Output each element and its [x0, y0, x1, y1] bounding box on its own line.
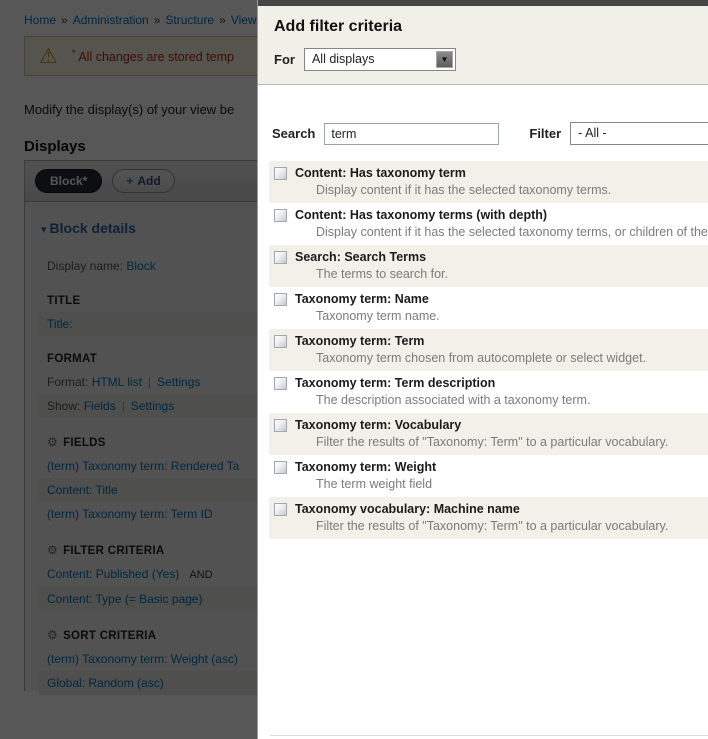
filter-option-title: Taxonomy term: Weight [295, 460, 437, 474]
checkbox[interactable] [274, 335, 287, 348]
filter-label: Filter [529, 126, 562, 141]
for-label: For [274, 52, 295, 67]
filter-option-row[interactable]: Taxonomy vocabulary: Machine name Filter … [269, 497, 708, 539]
filter-option-title: Content: Has taxonomy terms (with depth) [295, 208, 548, 222]
filter-option-text: Content: Has taxonomy term Display conten… [295, 165, 611, 198]
checkbox[interactable] [274, 419, 287, 432]
filter-option-title: Taxonomy vocabulary: Machine name [295, 502, 520, 516]
modal-bottom-edge [270, 735, 708, 736]
filter-option-description: Taxonomy term name. [316, 309, 440, 323]
for-row: For All displays ▼ [274, 48, 701, 71]
filter-option-text: Taxonomy term: Term Taxonomy term chosen … [295, 333, 646, 366]
filter-option-title: Search: Search Terms [295, 250, 427, 264]
checkbox[interactable] [274, 251, 287, 264]
filter-option-row[interactable]: Taxonomy term: Vocabulary Filter the resu… [269, 413, 708, 455]
filter-option-title: Taxonomy term: Term description [295, 376, 496, 390]
filter-option-title: Taxonomy term: Vocabulary [295, 418, 462, 432]
search-input[interactable] [324, 122, 500, 145]
filter-option-description: Display content if it has the selected t… [316, 183, 612, 197]
filter-option-description: Filter the results of "Taxonomy: Term" t… [316, 435, 669, 449]
filter-option-description: Display content if it has the selected t… [316, 225, 708, 239]
filter-option-row[interactable]: Taxonomy term: Weight The term weight fie… [269, 455, 708, 497]
modal-header: Add filter criteria For All displays ▼ [258, 6, 708, 85]
filter-option-text: Taxonomy term: Term description The descr… [295, 375, 590, 408]
checkbox[interactable] [274, 293, 287, 306]
filter-option-row[interactable]: Taxonomy term: Name Taxonomy term name. [269, 287, 708, 329]
filter-option-row[interactable]: Taxonomy term: Term Taxonomy term chosen … [269, 329, 708, 371]
filter-option-description: The description associated with a taxono… [316, 393, 591, 407]
filter-option-row[interactable]: Content: Has taxonomy term Display conten… [269, 161, 708, 203]
filter-option-title: Taxonomy term: Name [295, 292, 429, 306]
filter-options-list: Content: Has taxonomy term Display conten… [269, 161, 708, 539]
filter-option-row[interactable]: Content: Has taxonomy terms (with depth)… [269, 203, 708, 245]
filter-option-text: Taxonomy vocabulary: Machine name Filter … [295, 501, 668, 534]
checkbox[interactable] [274, 167, 287, 180]
checkbox[interactable] [274, 503, 287, 516]
modal-title: Add filter criteria [274, 18, 403, 35]
checkbox[interactable] [274, 209, 287, 222]
filter-option-description: The term weight field [316, 477, 433, 491]
filter-option-text: Taxonomy term: Name Taxonomy term name. [295, 291, 440, 324]
checkbox[interactable] [274, 377, 287, 390]
filter-group-select[interactable]: - All - ▼ [570, 122, 708, 145]
for-select-value: All displays [311, 52, 375, 66]
filter-option-description: The terms to search for. [316, 267, 448, 281]
modal-body: Search Filter - All - ▼ Content: Has tax… [258, 122, 708, 539]
checkbox[interactable] [274, 461, 287, 474]
filter-select-value: - All - [578, 126, 607, 140]
add-filter-criteria-modal: Add filter criteria For All displays ▼ S… [257, 0, 708, 739]
chevron-down-icon: ▼ [435, 51, 453, 68]
filter-option-description: Taxonomy term chosen from autocomplete o… [316, 351, 647, 365]
for-display-select[interactable]: All displays ▼ [303, 48, 456, 71]
filter-option-text: Taxonomy term: Weight The term weight fie… [295, 459, 436, 492]
filter-option-row[interactable]: Search: Search Terms The terms to search … [269, 245, 708, 287]
filter-option-title: Content: Has taxonomy term [295, 166, 466, 180]
filter-option-description: Filter the results of "Taxonomy: Term" t… [316, 519, 669, 533]
filter-option-row[interactable]: Taxonomy term: Term description The descr… [269, 371, 708, 413]
filter-option-text: Taxonomy term: Vocabulary Filter the resu… [295, 417, 668, 450]
search-label: Search [272, 126, 316, 141]
filter-option-text: Search: Search Terms The terms to search … [295, 249, 448, 282]
filter-option-title: Taxonomy term: Term [295, 334, 425, 348]
filter-option-text: Content: Has taxonomy terms (with depth)… [295, 207, 708, 240]
search-row: Search Filter - All - ▼ [258, 122, 708, 145]
